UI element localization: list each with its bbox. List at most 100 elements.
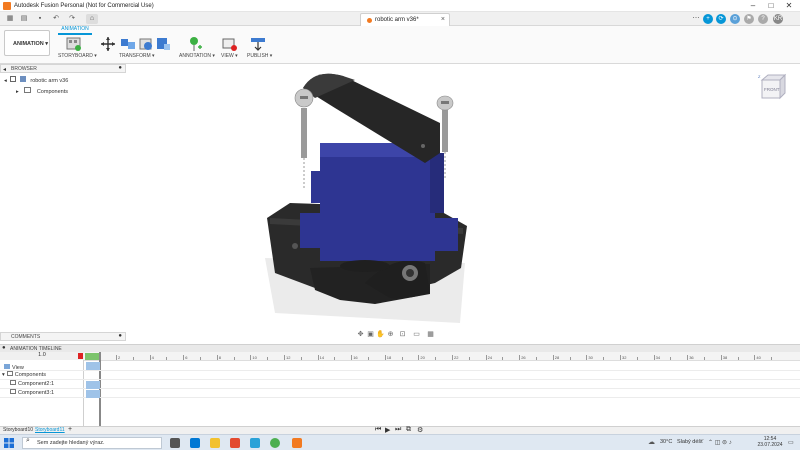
timeline-tick	[485, 355, 487, 360]
go-to-end-icon[interactable]: ⏭	[395, 426, 401, 434]
comments-pin-icon[interactable]: ●	[118, 333, 122, 339]
viewcube-face-label: FRONT	[764, 87, 780, 92]
maximize-button[interactable]: □	[762, 0, 780, 12]
component3-keyframe[interactable]	[86, 390, 100, 398]
close-button[interactable]: ✕	[780, 0, 798, 12]
close-tab-icon[interactable]: ×	[441, 16, 445, 23]
new-tab-icon[interactable]: +	[703, 14, 713, 24]
notifications-icon[interactable]: ⚑	[744, 14, 754, 24]
windows-start-icon[interactable]	[4, 438, 14, 448]
timeline-header[interactable]: ● ANIMATION TIMELINE	[0, 344, 800, 352]
timeline-tick	[183, 355, 185, 360]
grid-menu-icon[interactable]: ▦	[4, 14, 16, 24]
weather-description[interactable]: Slabý déšť	[677, 439, 703, 445]
tray-icons[interactable]: ⌃ ◫ ⊜ ♪	[708, 439, 732, 446]
timeline-tick	[351, 355, 353, 360]
expand-icon[interactable]: ▾	[2, 372, 5, 378]
edge-icon[interactable]	[190, 438, 200, 448]
temperature[interactable]: 30°C	[660, 439, 672, 445]
pan-icon[interactable]: ✋	[376, 331, 385, 339]
browser-item-components[interactable]: ▸ Components	[16, 87, 68, 95]
store-icon[interactable]	[230, 438, 240, 448]
viewcube[interactable]: FRONT Z	[758, 72, 786, 102]
callout-icon[interactable]	[187, 36, 203, 52]
fit-icon[interactable]: ⊡	[398, 331, 407, 339]
timeline-range-marker[interactable]	[85, 353, 99, 360]
transform-components-icon[interactable]	[120, 36, 136, 52]
browser-root-row[interactable]: ◂ robotic arm v36	[4, 76, 68, 84]
storyboard-group-label[interactable]: STORYBOARD ▾	[58, 53, 97, 59]
fusion-taskbar-icon[interactable]	[292, 438, 302, 448]
timeline-row-view[interactable]: View	[0, 362, 84, 371]
file-menu-icon[interactable]: ▤	[18, 14, 30, 24]
document-tab[interactable]: robotic arm v36* ×	[360, 13, 450, 26]
view-camera-icon[interactable]	[222, 36, 238, 52]
more-tabs-icon[interactable]: ⋯	[690, 14, 702, 24]
comments-panel[interactable]: COMMENTS ●	[0, 332, 126, 341]
browser-pin-icon[interactable]: ●	[118, 65, 122, 71]
tab-storyboard11[interactable]: Storyboard11	[35, 427, 65, 433]
timeline-row-component2[interactable]: Component2:1	[0, 380, 84, 389]
go-to-start-icon[interactable]: ⏮	[375, 426, 381, 434]
folder-icon	[24, 87, 32, 93]
transform-group-label[interactable]: TRANSFORM ▾	[119, 53, 155, 59]
display-settings-icon[interactable]: ▭	[412, 331, 421, 339]
timeline-tick-label: 2	[118, 355, 121, 360]
track-component3[interactable]	[84, 389, 800, 398]
tab-animation[interactable]: ANIMATION	[58, 26, 92, 35]
user-avatar[interactable]: KR	[773, 14, 783, 24]
view-group-label[interactable]: VIEW ▾	[221, 53, 238, 59]
task-view-icon[interactable]	[170, 438, 180, 448]
zoom-icon[interactable]: ⊕	[386, 331, 395, 339]
publish-group-label[interactable]: PUBLISH ▾	[247, 53, 272, 59]
add-storyboard-button[interactable]: +	[68, 426, 72, 433]
playback-speed[interactable]: 1.0	[0, 352, 84, 360]
help-icon[interactable]: ?	[758, 14, 768, 24]
home-icon[interactable]: ⌂	[86, 14, 98, 24]
timeline-tick-label: 38	[722, 355, 728, 360]
expand-root-icon[interactable]: ◂	[4, 78, 7, 84]
track-view[interactable]	[84, 362, 800, 371]
look-at-icon[interactable]: ▣	[366, 331, 375, 339]
chrome-icon[interactable]	[270, 438, 280, 448]
undo-icon[interactable]: ↶	[50, 14, 62, 24]
track-component2[interactable]	[84, 380, 800, 389]
restore-home-icon[interactable]	[138, 36, 154, 52]
view-keyframe[interactable]	[86, 362, 100, 370]
track-components[interactable]	[84, 371, 800, 380]
grid-settings-icon[interactable]: ▦	[426, 331, 435, 339]
minimize-button[interactable]: –	[744, 0, 762, 12]
timeline-row-components[interactable]: ▾ Components	[0, 371, 84, 380]
annotation-group-label[interactable]: ANNOTATION ▾	[179, 53, 215, 59]
timeline-settings-icon[interactable]: ⚙	[417, 426, 423, 434]
orbit-icon[interactable]: ✥	[356, 331, 365, 339]
record-icon[interactable]	[78, 353, 83, 359]
visibility-icon[interactable]	[10, 76, 17, 82]
clock[interactable]: 12:54 23.07.2024	[755, 436, 785, 448]
save-icon[interactable]: ▪	[34, 14, 46, 24]
publish-video-icon[interactable]	[250, 36, 266, 52]
new-storyboard-icon[interactable]	[66, 36, 82, 52]
robotic-arm-model[interactable]	[255, 68, 485, 338]
collapse-timeline-icon[interactable]: ●	[2, 345, 6, 351]
timeline-row-component3[interactable]: Component3:1	[0, 389, 84, 398]
play-icon[interactable]: ▶	[385, 426, 390, 434]
extensions-icon[interactable]: ⟳	[716, 14, 726, 24]
component2-keyframe[interactable]	[86, 381, 100, 389]
file-explorer-icon[interactable]	[210, 438, 220, 448]
fusion-logo-icon	[3, 2, 11, 10]
move-icon[interactable]	[100, 36, 116, 52]
search-icon: ⌕	[26, 437, 30, 444]
notification-center-icon[interactable]: ▭	[788, 439, 794, 446]
mail-icon[interactable]	[250, 438, 260, 448]
job-status-icon[interactable]: ⊙	[730, 14, 740, 24]
tab-storyboard10[interactable]: Storyboard10	[3, 427, 33, 433]
camera-capture-icon[interactable]: ⧉	[406, 426, 411, 434]
taskbar-search-input[interactable]: Sem zadejte hledaný výraz.	[22, 437, 162, 449]
redo-icon[interactable]: ↷	[66, 14, 78, 24]
collapse-browser-icon[interactable]: ◂	[3, 66, 6, 73]
browser-panel-header[interactable]: ◂ BROWSER ●	[0, 64, 126, 73]
auto-explode-icon[interactable]	[155, 36, 171, 52]
expand-components-icon[interactable]: ▸	[16, 89, 19, 95]
workspace-switcher[interactable]: ANIMATION ▾	[4, 30, 50, 56]
